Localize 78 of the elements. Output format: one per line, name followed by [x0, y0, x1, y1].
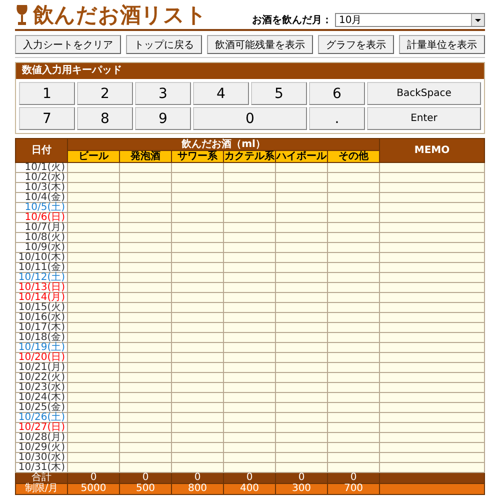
column-header: サワー系 [172, 150, 224, 162]
keypad-key[interactable]: 9 [135, 107, 191, 130]
date-cell: 10/5(土) [16, 202, 68, 212]
date-cell: 10/20(日) [16, 352, 68, 362]
toolbar-button[interactable]: 飲酒可能残量を表示 [207, 35, 313, 54]
date-cell: 10/26(土) [16, 412, 68, 422]
date-cell: 10/14(月) [16, 292, 68, 302]
date-cell: 10/27(日) [16, 422, 68, 432]
date-cell: 10/7(月) [16, 222, 68, 232]
total-cell: 0 [276, 472, 328, 484]
date-cell: 10/9(水) [16, 242, 68, 252]
date-cell: 10/3(木) [16, 182, 68, 192]
date-cell: 10/24(木) [16, 392, 68, 402]
date-cell: 10/28(月) [16, 432, 68, 442]
date-cell: 10/8(火) [16, 232, 68, 242]
date-cell: 10/4(金) [16, 192, 68, 202]
date-cell: 10/10(木) [16, 252, 68, 262]
keypad-key[interactable]: 4 [193, 82, 249, 105]
column-header: ビール [68, 150, 120, 162]
total-label: 合計 [16, 472, 68, 484]
date-cell: 10/22(火) [16, 372, 68, 382]
column-header: MEMO [380, 138, 484, 162]
toolbar-button[interactable]: トップに戻る [126, 35, 202, 54]
limit-label: 制限/月 [16, 484, 68, 494]
column-header: 日付 [16, 138, 68, 162]
keypad-key[interactable]: 1 [19, 82, 75, 105]
limit-cell: 500 [120, 484, 172, 494]
keypad-key[interactable]: Enter [367, 107, 481, 130]
date-cell: 10/30(水) [16, 452, 68, 462]
date-cell: 10/29(火) [16, 442, 68, 452]
total-cell: 0 [224, 472, 276, 484]
date-cell: 10/6(日) [16, 212, 68, 222]
keypad-key[interactable]: BackSpace [367, 82, 481, 105]
date-cell: 10/11(金) [16, 262, 68, 272]
date-cell: 10/25(金) [16, 402, 68, 412]
date-cell: 10/16(水) [16, 312, 68, 322]
date-cell: 10/15(火) [16, 302, 68, 312]
keypad-key[interactable]: . [309, 107, 365, 130]
toolbar-button[interactable]: 入力シートをクリア [15, 35, 121, 54]
wine-glass-icon [15, 4, 29, 26]
column-header: 飲んだお酒（ml） [68, 138, 380, 150]
keypad-key[interactable]: 0 [193, 107, 307, 130]
toolbar-button[interactable]: グラフを表示 [318, 35, 394, 54]
limit-cell: 700 [328, 484, 380, 494]
toolbar-button[interactable]: 計量単位を表示 [399, 35, 485, 54]
date-cell: 10/1(火) [16, 162, 68, 172]
keypad-key[interactable]: 8 [77, 107, 133, 130]
date-cell: 10/19(土) [16, 342, 68, 352]
keypad-title: 数値入力用キーパッド [16, 63, 484, 79]
total-cell: 0 [328, 472, 380, 484]
date-cell: 10/12(土) [16, 272, 68, 282]
total-cell: 0 [172, 472, 224, 484]
column-header: カクテル系 [224, 150, 276, 162]
limit-cell: 800 [172, 484, 224, 494]
total-cell: 0 [120, 472, 172, 484]
date-cell: 10/23(水) [16, 382, 68, 392]
month-dropdown[interactable]: 10月 [335, 13, 485, 27]
page-title: 飲んだお酒リスト [33, 3, 207, 27]
keypad-key[interactable]: 3 [135, 82, 191, 105]
total-cell: 0 [68, 472, 120, 484]
column-header: その他 [328, 150, 380, 162]
keypad-key[interactable]: 6 [309, 82, 365, 105]
keypad-key[interactable]: 5 [251, 82, 307, 105]
limit-cell: 5000 [68, 484, 120, 494]
keypad-key[interactable]: 7 [19, 107, 75, 130]
caret-icon [471, 14, 484, 26]
date-cell: 10/21(月) [16, 362, 68, 372]
date-cell: 10/18(金) [16, 332, 68, 342]
month-label: お酒を飲んだ月： [252, 14, 332, 27]
date-cell: 10/17(木) [16, 322, 68, 332]
limit-cell: 400 [224, 484, 276, 494]
date-cell: 10/13(日) [16, 282, 68, 292]
keypad-key[interactable]: 2 [77, 82, 133, 105]
column-header: ハイボール [276, 150, 328, 162]
limit-cell: 300 [276, 484, 328, 494]
date-cell: 10/2(水) [16, 172, 68, 182]
column-header: 発泡酒 [120, 150, 172, 162]
date-cell: 10/31(木) [16, 462, 68, 472]
